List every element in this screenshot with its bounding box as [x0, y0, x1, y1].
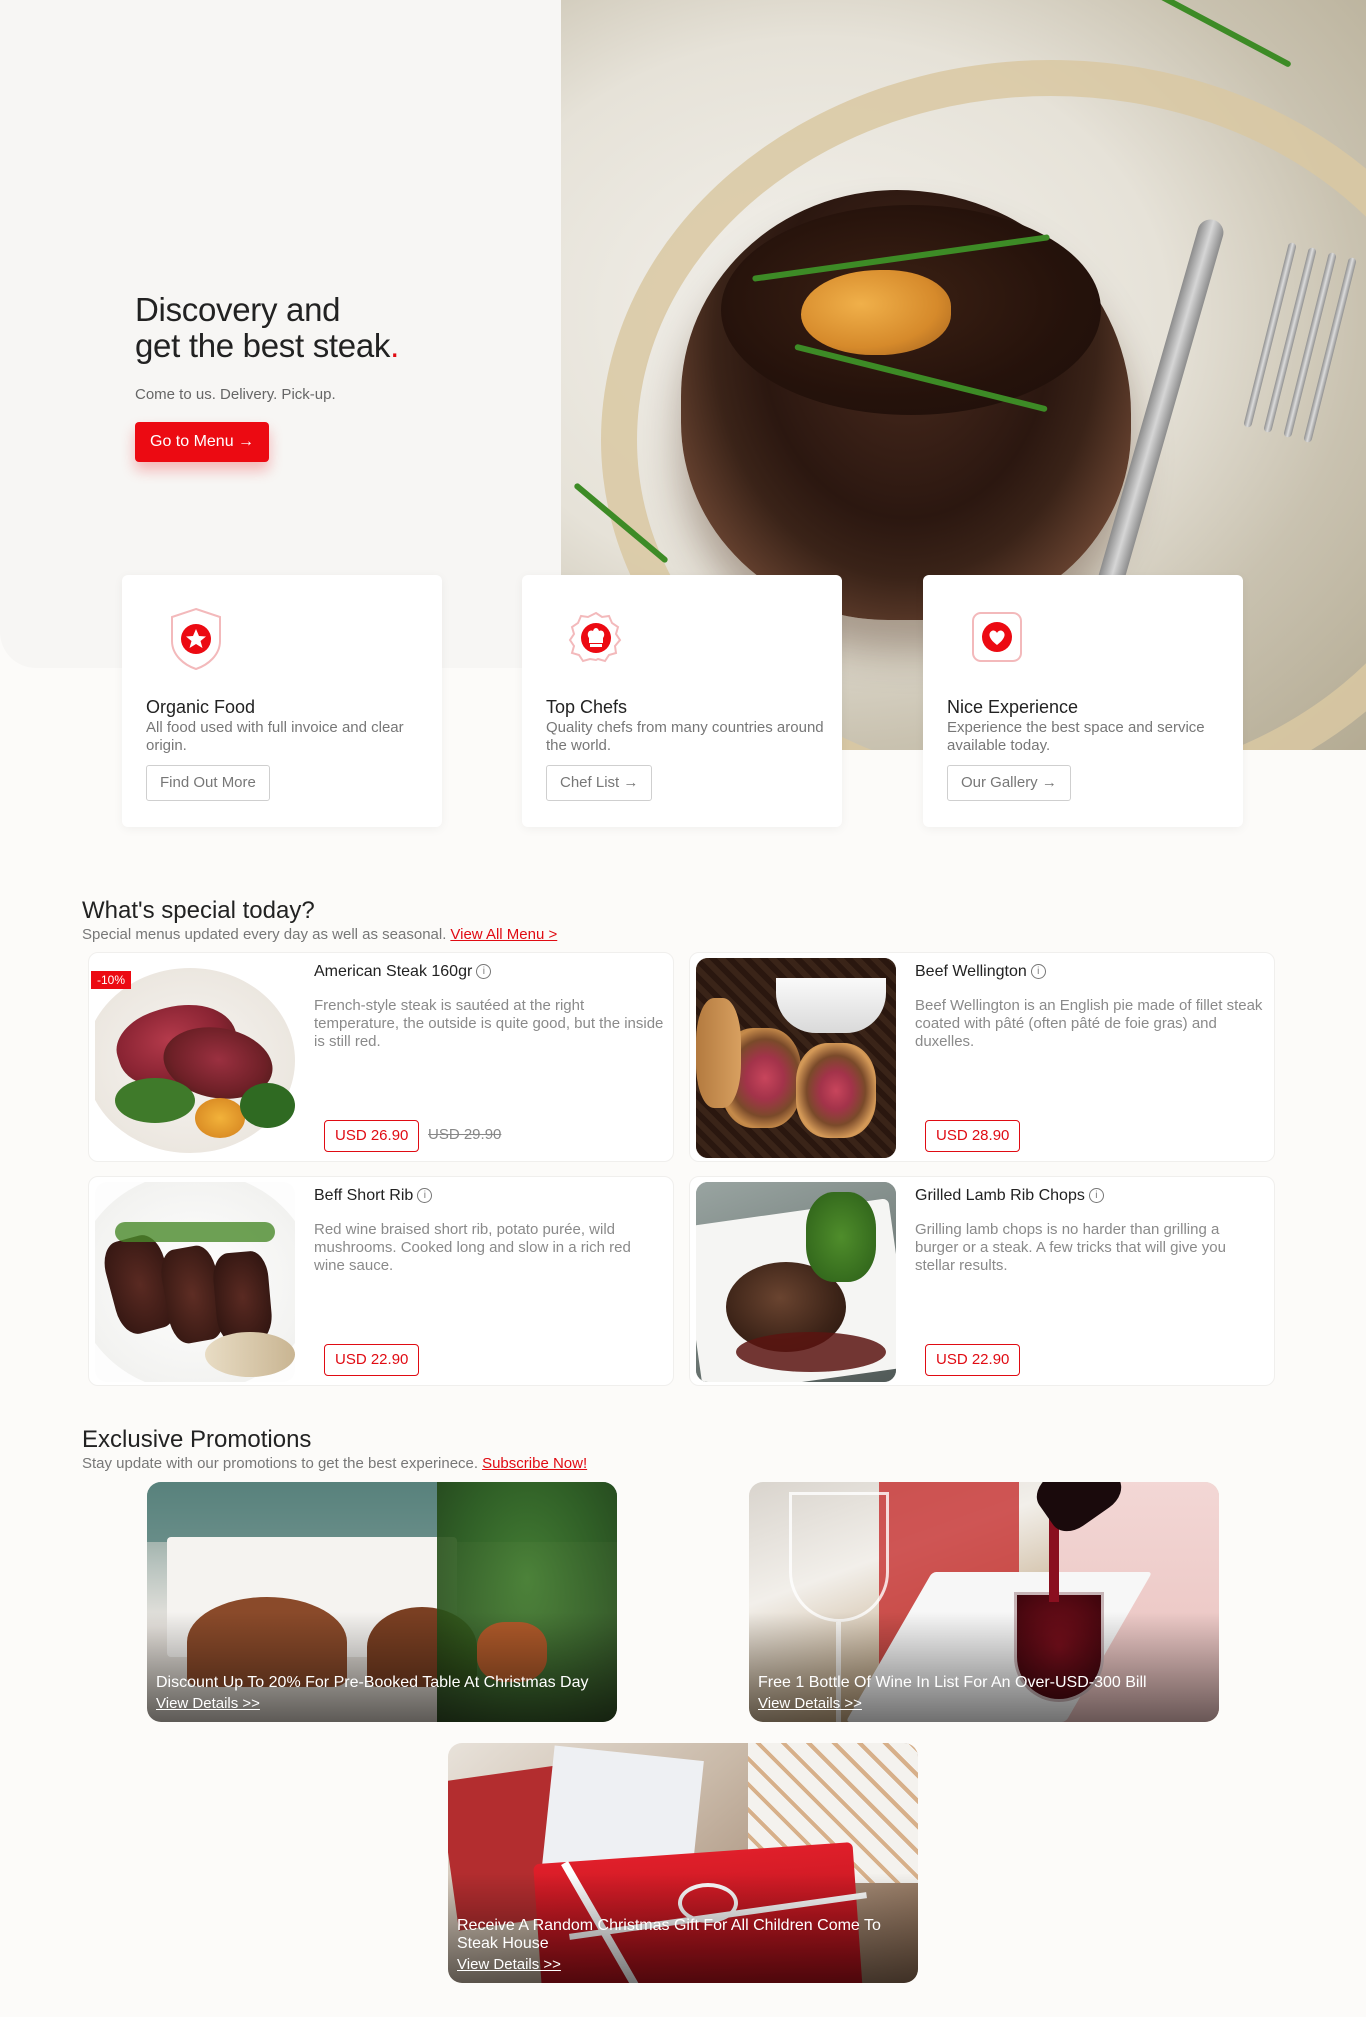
find-out-more-button[interactable]: Find Out More — [146, 765, 270, 801]
price-tag[interactable]: USD 26.90 — [324, 1120, 420, 1152]
promo-card-christmas-gift[interactable]: Receive A Random Christmas Gift For All … — [448, 1743, 918, 1983]
info-icon[interactable]: i — [476, 964, 492, 979]
specials-subtitle: Special menus updated every day as well … — [82, 926, 557, 943]
menu-item-name-text: Beff Short Rib — [314, 1187, 414, 1204]
price-tag[interactable]: USD 22.90 — [324, 1344, 420, 1376]
feature-title: Organic Food — [146, 697, 256, 717]
promo-title: Free 1 Bottle Of Wine In List For An Ove… — [758, 1674, 1147, 1691]
feature-card-top-chefs: Top Chefs Quality chefs from many countr… — [522, 575, 842, 827]
chef-hat-badge-icon — [568, 611, 622, 663]
feature-title: Nice Experience — [947, 697, 1079, 717]
short-rib-photo — [95, 1182, 295, 1382]
old-price: USD 29.90 — [428, 1126, 502, 1143]
view-all-menu-link[interactable]: View All Menu > — [450, 926, 557, 943]
feature-card-nice-experience: Nice Experience Experience the best spac… — [923, 575, 1243, 827]
menu-item-name: Beef Wellington i — [915, 963, 1046, 981]
menu-item-name: Grilled Lamb Rib Chops i — [915, 1187, 1104, 1205]
specials-subtitle-text: Special menus updated every day as well … — [82, 926, 447, 943]
price-tag[interactable]: USD 28.90 — [925, 1120, 1021, 1152]
shield-star-icon — [171, 607, 221, 671]
menu-card-grilled-lamb-rib-chops[interactable]: Grilled Lamb Rib Chops i Grilling lamb ch… — [689, 1176, 1275, 1386]
feature-text: Experience the best space and service av… — [947, 719, 1205, 754]
go-to-menu-button[interactable]: Go to Menu → — [135, 422, 270, 462]
promotions-subtitle: Stay update with our promotions to get t… — [82, 1455, 587, 1472]
menu-item-description: Beef Wellington is an English pie made o… — [915, 997, 1263, 1050]
menu-item-description: Red wine braised short rib, potato purée… — [314, 1221, 631, 1274]
discount-badge: -10% — [91, 971, 132, 989]
menu-item-name-text: Beef Wellington — [915, 963, 1027, 980]
hero-title-dot: . — [390, 327, 399, 364]
menu-item-description: Grilling lamb chops is no harder than gr… — [915, 1221, 1226, 1274]
menu-item-name-text: Grilled Lamb Rib Chops — [915, 1187, 1085, 1204]
promo-title: Receive A Random Christmas Gift For All … — [457, 1917, 881, 1952]
hero-title-line2: get the best steak — [135, 327, 391, 364]
specials-title: What's special today? — [82, 897, 315, 924]
promo-card-christmas-table[interactable]: Discount Up To 20% For Pre-Booked Table … — [147, 1482, 617, 1722]
view-details-link[interactable]: View Details >> — [156, 1695, 260, 1712]
menu-card-beff-short-rib[interactable]: Beff Short Rib i Red wine braised short r… — [88, 1176, 674, 1386]
feature-card-organic-food: Organic Food All food used with full inv… — [122, 575, 442, 827]
promo-card-free-wine[interactable]: Free 1 Bottle Of Wine In List For An Ove… — [749, 1482, 1219, 1722]
menu-item-name: Beff Short Rib i — [314, 1187, 433, 1205]
info-icon[interactable]: i — [417, 1188, 433, 1203]
hero-title: Discovery and get the best steak. — [135, 292, 399, 364]
menu-item-description: French-style steak is sautéed at the rig… — [314, 997, 664, 1050]
menu-card-american-steak[interactable]: -10% American Steak 160gr i French-style … — [88, 952, 674, 1162]
hero-subtitle: Come to us. Delivery. Pick-up. — [135, 386, 336, 403]
menu-card-beef-wellington[interactable]: Beef Wellington i Beef Wellington is an E… — [689, 952, 1275, 1162]
view-details-link[interactable]: View Details >> — [758, 1695, 862, 1712]
info-icon[interactable]: i — [1088, 1188, 1104, 1203]
promotions-title: Exclusive Promotions — [82, 1426, 312, 1453]
beef-wellington-photo — [696, 958, 896, 1158]
our-gallery-button[interactable]: Our Gallery → — [947, 765, 1071, 801]
feature-text: All food used with full invoice and clea… — [146, 719, 404, 754]
price-tag[interactable]: USD 22.90 — [925, 1344, 1021, 1376]
subscribe-now-link[interactable]: Subscribe Now! — [482, 1455, 587, 1472]
feature-title: Top Chefs — [546, 697, 628, 717]
chef-list-button[interactable]: Chef List → — [546, 765, 653, 801]
menu-item-name-text: American Steak 160gr — [314, 963, 473, 980]
lamb-chops-photo — [696, 1182, 896, 1382]
feature-text: Quality chefs from many countries around… — [546, 719, 824, 754]
promotions-subtitle-text: Stay update with our promotions to get t… — [82, 1455, 479, 1472]
view-details-link[interactable]: View Details >> — [457, 1956, 561, 1973]
info-icon[interactable]: i — [1030, 964, 1046, 979]
menu-item-name: American Steak 160gr i — [314, 963, 492, 981]
hero-title-line1: Discovery and — [135, 291, 341, 328]
heart-badge-icon — [972, 612, 1022, 662]
promo-title: Discount Up To 20% For Pre-Booked Table … — [156, 1674, 589, 1691]
